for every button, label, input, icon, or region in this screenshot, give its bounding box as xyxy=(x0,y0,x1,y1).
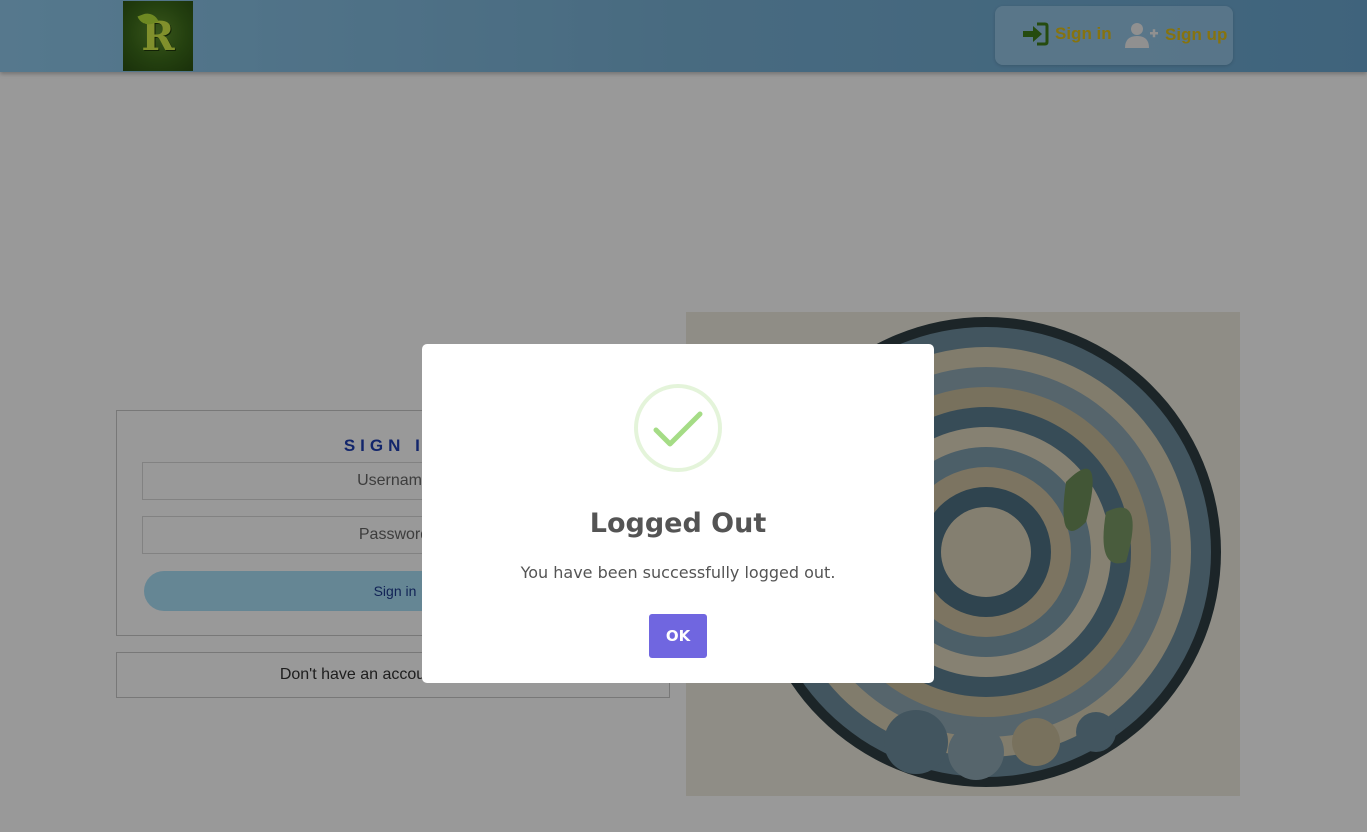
dialog-message: You have been successfully logged out. xyxy=(520,563,836,582)
success-check-icon xyxy=(634,384,722,472)
logged-out-dialog: Logged Out You have been successfully lo… xyxy=(422,344,934,683)
dialog-title: Logged Out xyxy=(589,508,767,539)
ok-button[interactable]: OK xyxy=(649,614,707,658)
